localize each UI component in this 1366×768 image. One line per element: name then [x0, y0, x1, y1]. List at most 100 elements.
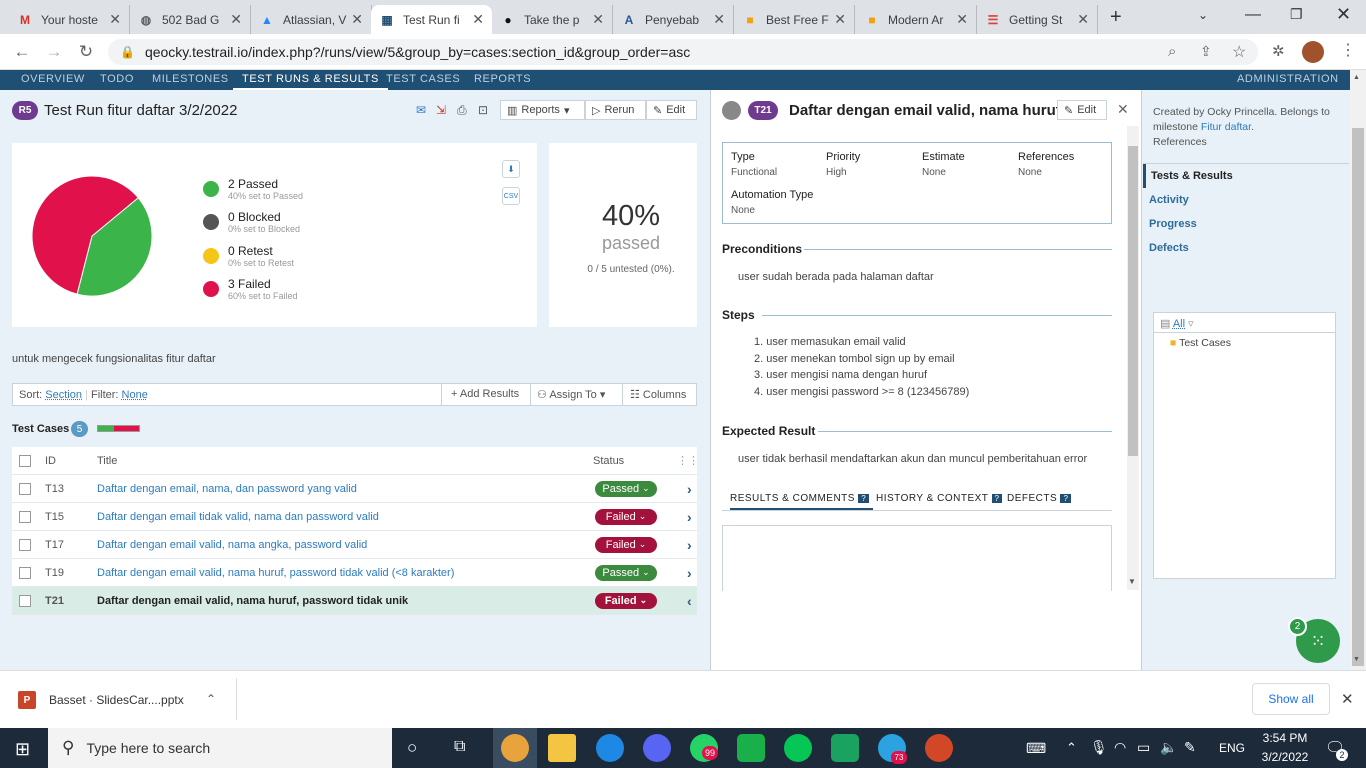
- line-icon[interactable]: [784, 734, 812, 762]
- add-results-button[interactable]: + Add Results: [451, 388, 519, 400]
- download-image-icon[interactable]: ⬇: [502, 160, 520, 178]
- table-row[interactable]: T17 Daftar dengan email valid, nama angka…: [12, 531, 697, 559]
- restore-icon[interactable]: ❐: [1290, 6, 1303, 23]
- row-checkbox[interactable]: [19, 482, 31, 495]
- chevron-right-icon[interactable]: ›: [687, 565, 697, 581]
- status-dropdown[interactable]: Passed ⌄: [595, 564, 657, 581]
- minimize-icon[interactable]: —: [1245, 6, 1261, 24]
- status-dropdown[interactable]: Failed ⌄: [595, 536, 657, 553]
- reports-button[interactable]: ▥ Reports ▾: [500, 100, 585, 120]
- lock-run-icon[interactable]: ⊡: [478, 103, 488, 117]
- close-tab-icon[interactable]: ✕: [713, 11, 725, 28]
- volume-icon[interactable]: 🔈: [1160, 739, 1177, 756]
- close-tab-icon[interactable]: ✕: [351, 11, 363, 28]
- show-all-downloads-button[interactable]: Show all: [1252, 683, 1330, 715]
- chevron-right-icon[interactable]: ›: [687, 537, 697, 553]
- file-explorer-icon[interactable]: [548, 734, 576, 762]
- close-detail-icon[interactable]: ✕: [1117, 101, 1129, 118]
- tab-search-icon[interactable]: ⌄: [1198, 8, 1208, 22]
- tree-all-filter[interactable]: ▤ All ▿: [1160, 317, 1194, 330]
- language-indicator[interactable]: ENG: [1219, 741, 1245, 755]
- chevron-right-icon[interactable]: ›: [687, 481, 697, 497]
- browser-tab[interactable]: ▲ Atlassian, V ✕: [251, 5, 372, 34]
- case-title-link[interactable]: Daftar dengan email valid, nama angka, p…: [97, 539, 595, 551]
- powerpoint-icon[interactable]: [925, 734, 953, 762]
- case-title-link[interactable]: Daftar dengan email tidak valid, nama da…: [97, 511, 595, 523]
- sidebar-tests-results[interactable]: Tests & Results: [1151, 170, 1233, 182]
- close-tab-icon[interactable]: ✕: [109, 11, 121, 28]
- download-file-name[interactable]: Basset · SlidesCar....pptx: [49, 693, 184, 707]
- clock-time[interactable]: 3:54 PM: [1260, 731, 1310, 745]
- bookmark-star-icon[interactable]: ☆: [1232, 42, 1246, 62]
- microphone-icon[interactable]: 🎙: [1090, 739, 1108, 756]
- browser-tab[interactable]: ■ Modern Ar ✕: [856, 5, 977, 34]
- subscribe-icon[interactable]: ✉: [416, 103, 426, 117]
- url-field[interactable]: 🔒 qeocky.testrail.io/index.php?/runs/vie…: [108, 39, 1258, 65]
- new-tab-button[interactable]: +: [1110, 6, 1130, 28]
- print-icon[interactable]: ⎙: [457, 103, 467, 118]
- case-title-link[interactable]: Daftar dengan email valid, nama huruf, p…: [97, 567, 595, 579]
- table-row[interactable]: T19 Daftar dengan email valid, nama huruf…: [12, 559, 697, 587]
- select-all-checkbox[interactable]: [19, 454, 31, 467]
- browser-tab[interactable]: ● Take the p ✕: [492, 5, 613, 34]
- close-download-bar-icon[interactable]: ✕: [1341, 690, 1354, 708]
- close-tab-icon[interactable]: ✕: [592, 11, 604, 28]
- status-dropdown[interactable]: Failed ⌄: [595, 592, 657, 609]
- row-checkbox[interactable]: [19, 510, 31, 523]
- nav-administration[interactable]: ADMINISTRATION: [1237, 70, 1339, 90]
- download-options-chevron-icon[interactable]: ⌃: [206, 692, 216, 706]
- extensions-icon[interactable]: ✲: [1272, 42, 1285, 60]
- chevron-left-icon[interactable]: ‹: [687, 593, 697, 609]
- back-icon[interactable]: ←: [10, 40, 34, 64]
- nav-test-cases[interactable]: TEST CASES: [386, 70, 460, 90]
- phone-icon[interactable]: [737, 734, 765, 762]
- edit-run-button[interactable]: ✎ Edit: [646, 100, 697, 120]
- tab-defects[interactable]: DEFECTS ?: [1007, 493, 1072, 504]
- browser-tab[interactable]: ☰ Getting St ✕: [977, 5, 1098, 34]
- close-tab-icon[interactable]: ✕: [230, 11, 242, 28]
- browser-tab[interactable]: ▦ Test Run fi ✕: [371, 5, 492, 34]
- discord-icon[interactable]: [643, 734, 671, 762]
- nav-todo[interactable]: TODO: [100, 70, 134, 90]
- close-tab-icon[interactable]: ✕: [834, 11, 846, 28]
- reload-icon[interactable]: ↻: [74, 40, 98, 64]
- keyboard-icon[interactable]: ⌨: [1026, 740, 1046, 757]
- row-checkbox[interactable]: [19, 538, 31, 551]
- column-grip-icon[interactable]: ⋮⋮: [677, 454, 699, 467]
- tree-folder-test-cases[interactable]: ■ Test Cases: [1170, 337, 1231, 349]
- zoom-icon[interactable]: ⌕: [1168, 43, 1176, 60]
- browser-tab[interactable]: M Your hoste ✕: [9, 5, 130, 34]
- export-icon[interactable]: ⇲: [436, 103, 446, 117]
- table-row[interactable]: T15 Daftar dengan email tidak valid, nama…: [12, 503, 697, 531]
- scroll-down-icon[interactable]: ▼: [1128, 577, 1136, 586]
- table-row[interactable]: T21 Daftar dengan email valid, nama huruf…: [12, 587, 697, 615]
- profile-avatar[interactable]: [1302, 41, 1324, 63]
- taskbar-search-box[interactable]: ⚲ Type here to search: [48, 728, 392, 768]
- chevron-right-icon[interactable]: ›: [687, 509, 697, 525]
- clock-date[interactable]: 3/2/2022: [1258, 750, 1312, 764]
- browser-tab[interactable]: A Penyebab ✕: [613, 5, 734, 34]
- browser-tab[interactable]: ◍ 502 Bad G ✕: [130, 5, 251, 34]
- close-tab-icon[interactable]: ✕: [1077, 11, 1089, 28]
- close-tab-icon[interactable]: ✕: [956, 11, 968, 28]
- sidebar-activity[interactable]: Activity: [1149, 194, 1189, 206]
- row-checkbox[interactable]: [19, 566, 31, 579]
- milestone-link[interactable]: Fitur daftar: [1201, 121, 1251, 133]
- detail-scrollbar[interactable]: [1127, 126, 1139, 590]
- tray-expand-icon[interactable]: ⌃: [1066, 740, 1077, 756]
- assign-to-button[interactable]: ⚇ Assign To ▾: [537, 388, 605, 401]
- sidebar-defects[interactable]: Defects: [1149, 242, 1189, 254]
- sidebar-progress[interactable]: Progress: [1149, 218, 1197, 230]
- windows-start-icon[interactable]: ⊞: [15, 739, 30, 760]
- browser-tab[interactable]: ■ Best Free F ✕: [734, 5, 855, 34]
- edit-case-button[interactable]: ✎ Edit: [1057, 100, 1107, 120]
- nav-milestones[interactable]: MILESTONES: [152, 70, 229, 90]
- sort-control[interactable]: Sort: Section | Filter: None: [19, 389, 148, 401]
- status-dropdown[interactable]: Passed ⌄: [595, 480, 657, 497]
- cortana-icon[interactable]: ○: [407, 738, 417, 758]
- battery-icon[interactable]: ▭: [1137, 739, 1150, 756]
- status-dropdown[interactable]: Failed ⌄: [595, 508, 657, 525]
- row-checkbox[interactable]: [19, 594, 31, 607]
- photos-icon[interactable]: [831, 734, 859, 762]
- case-title-link[interactable]: Daftar dengan email valid, nama huruf, p…: [97, 595, 595, 607]
